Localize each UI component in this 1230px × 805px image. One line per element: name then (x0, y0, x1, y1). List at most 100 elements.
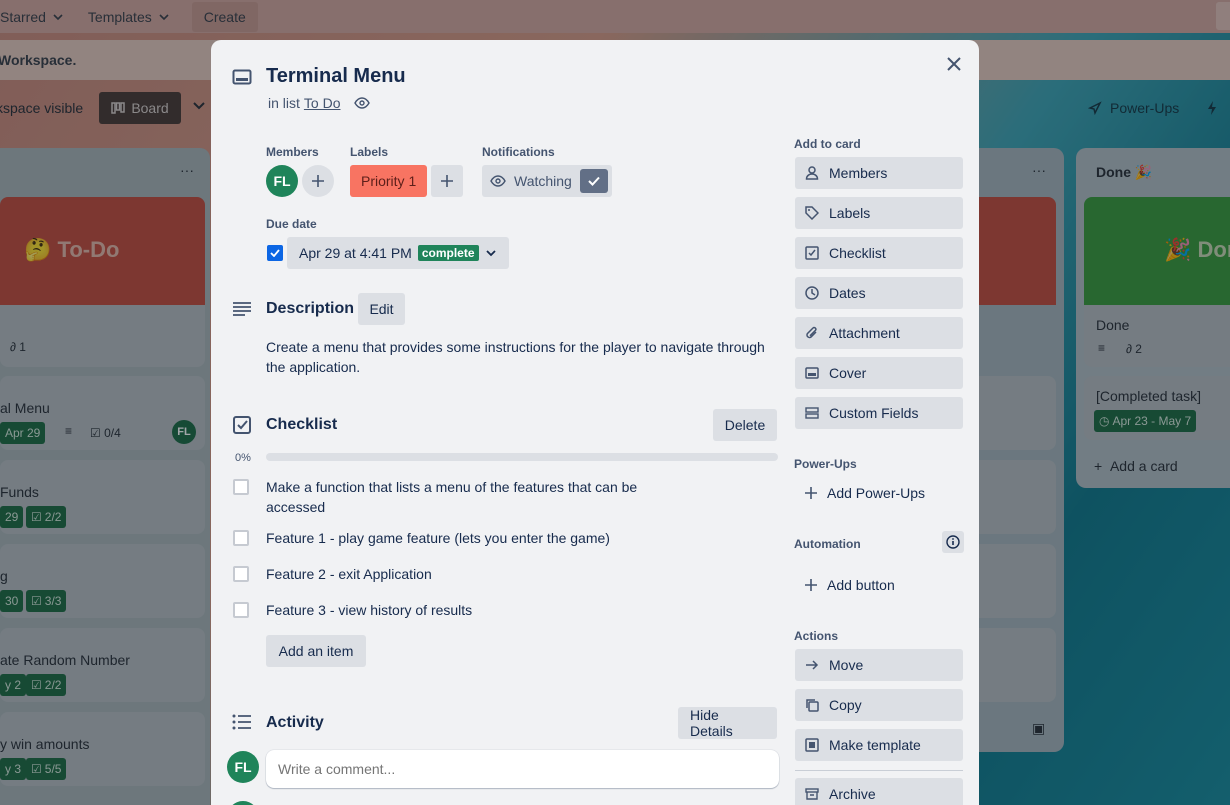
powerups-label: Power-Ups (794, 457, 857, 471)
sidebar-custom-fields-button[interactable]: Custom Fields (795, 397, 963, 429)
in-list-prefix: in list (268, 95, 300, 111)
activity-avatar (227, 801, 259, 805)
plus-icon (805, 579, 817, 591)
checklist-item-checkbox[interactable] (233, 602, 249, 618)
member-avatar[interactable]: FL (266, 165, 298, 197)
checklist-icon (231, 414, 253, 436)
cover-icon (805, 367, 819, 379)
checklist-progress-percent: 0% (235, 452, 251, 464)
sidebar-members-label: Members (829, 165, 888, 181)
copy-icon (806, 699, 819, 712)
automation-info-button[interactable] (942, 531, 964, 553)
sidebar-members-button[interactable]: Members (795, 157, 963, 189)
watch-button[interactable]: Watching (482, 165, 612, 197)
sidebar-dates-button[interactable]: Dates (795, 277, 963, 309)
due-date-label: Due date (266, 217, 317, 231)
add-checklist-item-button[interactable]: Add an item (266, 635, 366, 667)
sidebar-checklist-label: Checklist (829, 245, 886, 261)
card-detail-modal: Terminal Menu in list To Do Members FL L… (211, 40, 979, 805)
close-icon (947, 57, 961, 71)
description-heading: Description (266, 300, 355, 317)
sidebar-attachment-button[interactable]: Attachment (795, 317, 963, 349)
eye-icon (354, 97, 371, 109)
due-complete-checkbox[interactable] (267, 245, 283, 261)
description-icon (231, 298, 253, 320)
description-text[interactable]: Create a menu that provides some instruc… (266, 337, 778, 377)
move-button[interactable]: Move (795, 649, 963, 681)
close-button[interactable] (942, 52, 966, 76)
custom-fields-icon (805, 407, 819, 419)
comment-input[interactable] (266, 750, 779, 788)
add-to-card-label: Add to card (794, 137, 861, 151)
activity-heading: Activity (266, 714, 324, 731)
eye-icon (490, 175, 506, 187)
arrow-right-icon (806, 660, 819, 670)
make-template-label: Make template (829, 737, 921, 753)
complete-badge: complete (417, 245, 479, 261)
sidebar-cover-label: Cover (829, 365, 867, 381)
checklist-icon (805, 246, 819, 260)
checklist-progress-bar (266, 453, 778, 461)
checklist-item[interactable]: Feature 2 - exit Application (233, 564, 432, 582)
plus-icon (312, 175, 324, 187)
notifications-label: Notifications (482, 145, 555, 159)
members-label: Members (266, 145, 319, 159)
plus-icon (441, 175, 454, 187)
add-automation-label: Add button (827, 577, 895, 593)
priority-label-chip[interactable]: Priority 1 (350, 165, 428, 197)
watching-label: Watching (514, 173, 572, 189)
sidebar-labels-button[interactable]: Labels (795, 197, 963, 229)
checklist-item-checkbox[interactable] (233, 566, 249, 582)
card-list-location: in list To Do (268, 95, 371, 111)
watching-check (579, 169, 608, 193)
checklist-item[interactable]: Make a function that lists a menu of the… (233, 477, 637, 515)
checklist-heading: Checklist (266, 416, 338, 433)
checklist-item-checkbox[interactable] (233, 530, 249, 546)
copy-button[interactable]: Copy (795, 689, 963, 721)
archive-button[interactable]: Archive (795, 778, 963, 805)
sidebar-labels-label: Labels (829, 205, 871, 221)
comment-avatar: FL (227, 751, 259, 783)
person-icon (805, 166, 819, 180)
tag-icon (805, 206, 819, 220)
checklist-item-text[interactable]: Make a function that lists a menu of the… (266, 477, 646, 517)
delete-checklist-button[interactable]: Delete (713, 409, 777, 441)
checklist-item[interactable]: Feature 3 - view history of results (233, 600, 472, 618)
checklist-item-text[interactable]: Feature 3 - view history of results (266, 600, 666, 620)
hide-details-button[interactable]: Hide Details (678, 707, 777, 739)
make-template-button[interactable]: Make template (795, 729, 963, 761)
sidebar-attachment-label: Attachment (829, 325, 900, 341)
check-icon (588, 176, 600, 186)
divider (795, 770, 963, 771)
checklist-item-text[interactable]: Feature 2 - exit Application (266, 564, 666, 584)
members-row: FL (266, 165, 334, 197)
actions-label: Actions (794, 629, 839, 643)
labels-row: Priority 1 (350, 165, 464, 197)
checklist-item-checkbox[interactable] (233, 479, 249, 495)
sidebar-cover-button[interactable]: Cover (795, 357, 963, 389)
archive-label: Archive (829, 786, 876, 802)
sidebar-custom-fields-label: Custom Fields (829, 405, 919, 421)
add-label-button[interactable] (431, 165, 464, 197)
add-member-button[interactable] (302, 165, 334, 197)
sidebar-dates-label: Dates (829, 285, 866, 301)
labels-label: Labels (350, 145, 389, 159)
activity-icon (231, 711, 253, 733)
add-powerups-label: Add Power-Ups (827, 485, 926, 501)
checklist-item[interactable]: Feature 1 - play game feature (lets you … (233, 528, 610, 546)
card-title[interactable]: Terminal Menu (266, 65, 406, 88)
list-link[interactable]: To Do (304, 95, 341, 111)
automation-label: Automation (794, 537, 861, 551)
edit-description-button[interactable]: Edit (358, 293, 405, 325)
card-icon (231, 66, 253, 88)
archive-icon (805, 788, 819, 800)
check-icon (270, 249, 280, 257)
chevron-down-icon (485, 250, 496, 257)
add-automation-button[interactable]: Add button (795, 569, 963, 601)
move-label: Move (829, 657, 864, 673)
due-date-button[interactable]: Apr 29 at 4:41 PM complete (287, 237, 509, 269)
add-powerups-button[interactable]: Add Power-Ups (795, 477, 963, 509)
sidebar-checklist-button[interactable]: Checklist (795, 237, 963, 269)
checklist-item-text[interactable]: Feature 1 - play game feature (lets you … (266, 528, 666, 548)
plus-icon (805, 487, 817, 499)
